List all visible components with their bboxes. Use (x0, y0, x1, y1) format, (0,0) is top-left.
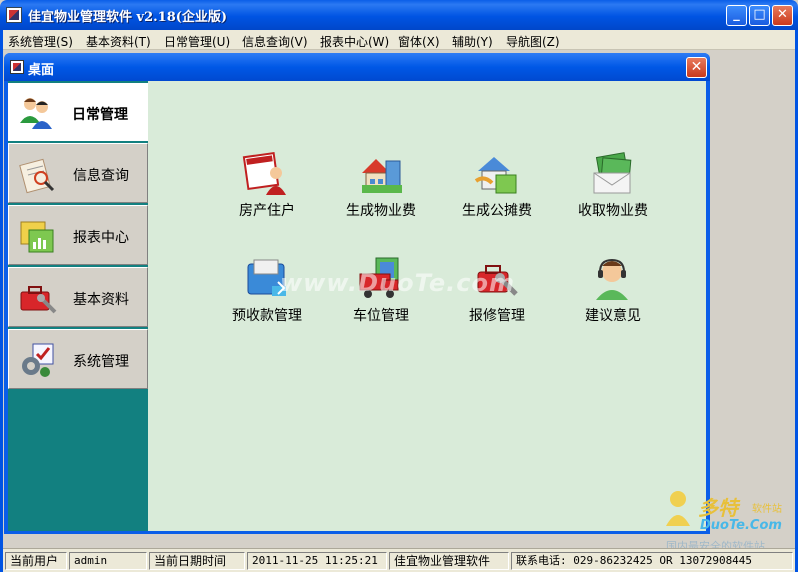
tile-label: 报修管理 (469, 308, 525, 324)
nav-item-system[interactable]: 系统管理 (8, 329, 148, 389)
site-logo-tag: 软件站 (752, 504, 782, 515)
desktop-window: 桌面 ✕ 日常管理 信息查询 报表中心 基本资料 系统管理 房产住户 生成物业费… (4, 53, 710, 534)
menu-bar: 系统管理(S) 基本资料(T) 日常管理(U) 信息查询(V) 报表中心(W) … (0, 30, 798, 50)
menu-daily[interactable]: 日常管理(U) (164, 33, 230, 50)
menu-system[interactable]: 系统管理(S) (8, 33, 73, 50)
support-headset-icon (596, 258, 628, 300)
report-chart-icon (20, 221, 54, 253)
desktop-title: 桌面 (28, 63, 55, 78)
tile-label: 建议意见 (585, 308, 641, 324)
mdi-empty-area (711, 50, 795, 548)
house-building-icon (362, 159, 402, 193)
menu-window[interactable]: 窗体(X) (398, 33, 440, 50)
document-search-icon (19, 158, 55, 194)
window-frame-left (0, 30, 3, 572)
mascot-icon (666, 491, 690, 526)
shared-fee-icon (474, 157, 517, 194)
tile-label: 收取物业费 (578, 203, 648, 219)
status-user-value: admin (69, 552, 147, 570)
status-user-label: 当前用户 (5, 552, 67, 570)
close-button[interactable]: ✕ (772, 5, 793, 26)
nav-item-label: 日常管理 (72, 107, 128, 123)
app-titlebar[interactable]: 佳宜物业管理软件 v2.18(企业版) _ □ ✕ (0, 0, 798, 30)
calendar-person-icon (242, 151, 286, 195)
site-logo-domain: DuoTe.Com (700, 518, 782, 533)
tile-collect-property-fee[interactable]: 收取物业费 (558, 151, 668, 231)
app-title: 佳宜物业管理软件 v2.18(企业版) (28, 10, 228, 25)
tile-generate-property-fee[interactable]: 生成物业费 (326, 151, 436, 231)
toolbox-icon (20, 286, 57, 314)
menu-help[interactable]: 辅助(Y) (452, 33, 493, 50)
status-date-value: 2011-11-25 11:25:21 (247, 552, 387, 570)
money-envelope-icon (593, 152, 632, 194)
tile-generate-shared-fee[interactable]: 生成公摊费 (442, 151, 552, 231)
status-bar: 当前用户 admin 当前日期时间 2011-11-25 11:25:21 佳宜… (3, 548, 795, 572)
watermark: www.DuoTe.com (280, 269, 515, 297)
nav-item-label: 系统管理 (73, 354, 129, 370)
nav-item-label: 报表中心 (73, 230, 129, 246)
nav-item-basic-data[interactable]: 基本资料 (8, 267, 148, 327)
app-icon[interactable] (6, 7, 22, 23)
nav-item-query[interactable]: 信息查询 (8, 143, 148, 203)
desktop-close-button[interactable]: ✕ (686, 57, 707, 78)
tile-label: 生成物业费 (346, 203, 416, 219)
nav-item-label: 基本资料 (73, 292, 129, 308)
function-panel: 房产住户 生成物业费 生成公摊费 收取物业费 预收款管理 车位管理 报修管理 建… (148, 81, 706, 531)
tile-suggestions[interactable]: 建议意见 (558, 256, 668, 336)
maximize-button[interactable]: □ (749, 5, 770, 26)
status-contact: 联系电话: 029-86232425 OR 13072908445 (511, 552, 793, 570)
menu-navigator[interactable]: 导航图(Z) (506, 33, 560, 50)
nav-item-daily[interactable]: 日常管理 (8, 83, 148, 141)
desktop-body: 日常管理 信息查询 报表中心 基本资料 系统管理 房产住户 生成物业费 生成公摊… (8, 81, 706, 531)
desktop-titlebar[interactable]: 桌面 ✕ (4, 53, 710, 81)
menu-query[interactable]: 信息查询(V) (242, 33, 308, 50)
nav-item-label: 信息查询 (73, 168, 129, 184)
tile-label: 房产住户 (239, 203, 295, 219)
users-icon (20, 98, 52, 129)
nav-item-reports[interactable]: 报表中心 (8, 205, 148, 265)
status-product: 佳宜物业管理软件 (389, 552, 509, 570)
site-logo: 多特 软件站 DuoTe.Com 国内最安全的软件站 (660, 488, 794, 553)
tile-label: 生成公摊费 (462, 203, 532, 219)
tile-label: 车位管理 (353, 308, 409, 324)
menu-basic-data[interactable]: 基本资料(T) (86, 33, 151, 50)
tile-label: 预收款管理 (232, 308, 302, 324)
system-settings-icon (22, 343, 54, 377)
site-logo-name: 多特 (698, 496, 738, 520)
side-nav: 日常管理 信息查询 报表中心 基本资料 系统管理 (8, 81, 148, 531)
menu-reports[interactable]: 报表中心(W) (320, 33, 389, 50)
minimize-button[interactable]: _ (726, 5, 747, 26)
tile-property-residents[interactable]: 房产住户 (212, 151, 322, 231)
desktop-window-icon[interactable] (10, 60, 24, 74)
status-date-label: 当前日期时间 (149, 552, 245, 570)
